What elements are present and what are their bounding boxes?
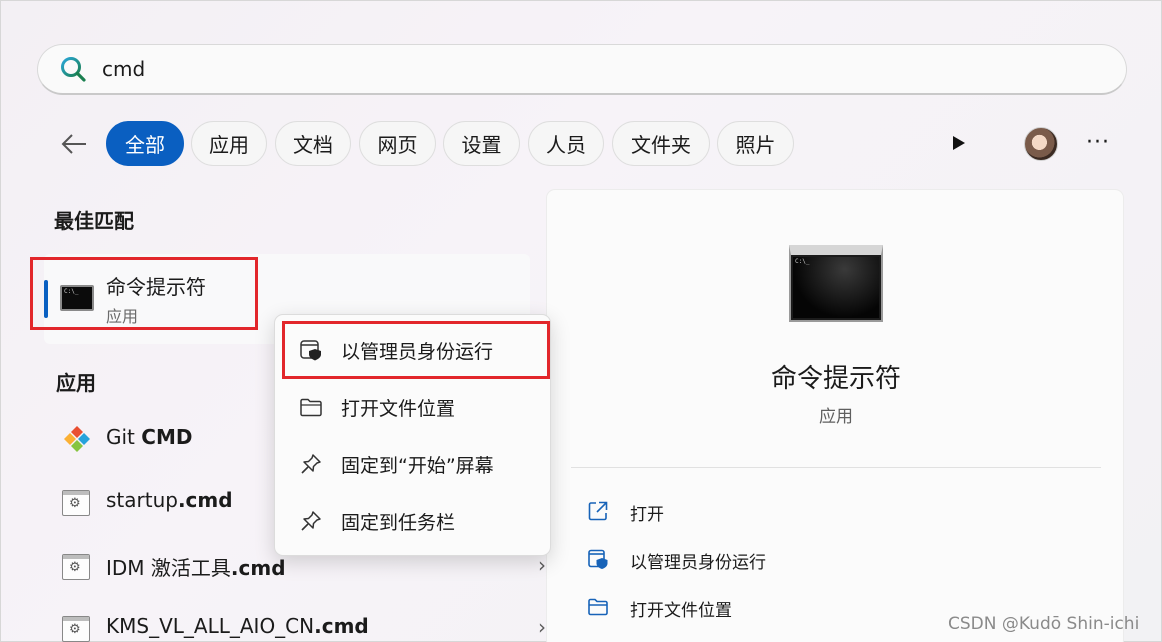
- pin-icon: [301, 454, 321, 474]
- app-label: startup.cmd: [106, 488, 233, 512]
- folder-icon: [588, 598, 608, 616]
- highlight-box-best-match: [30, 257, 258, 330]
- script-icon: [62, 554, 90, 580]
- menu-item-label: 固定到“开始”屏幕: [341, 455, 494, 477]
- highlight-box-run-as-admin: [282, 321, 550, 379]
- filter-people[interactable]: 人员: [528, 121, 604, 166]
- panel-title: 命令提示符: [770, 364, 901, 394]
- back-arrow-icon[interactable]: [58, 128, 90, 160]
- git-icon: [64, 426, 90, 452]
- divider: [571, 467, 1101, 468]
- filter-web[interactable]: 网页: [359, 121, 436, 166]
- filter-folders[interactable]: 文件夹: [612, 121, 710, 166]
- action-open-file-location[interactable]: 打开文件位置: [585, 592, 985, 622]
- filter-documents[interactable]: 文档: [275, 121, 351, 166]
- menu-item-pin-to-taskbar[interactable]: 固定到任务栏: [275, 496, 550, 546]
- pin-icon: [301, 511, 321, 531]
- filter-all[interactable]: 全部: [106, 121, 184, 166]
- more-options-icon[interactable]: ···: [1086, 130, 1110, 155]
- folder-icon: [300, 398, 322, 417]
- script-icon: [62, 490, 90, 516]
- filter-photos[interactable]: 照片: [717, 121, 794, 166]
- best-match-heading: 最佳匹配: [54, 209, 134, 233]
- app-item-kms-cmd[interactable]: KMS_VL_ALL_AIO_CN.cmd ›: [52, 609, 546, 642]
- script-icon: [62, 616, 90, 642]
- menu-item-pin-to-start[interactable]: 固定到“开始”屏幕: [275, 439, 550, 489]
- terminal-preview-icon: [789, 245, 883, 322]
- action-run-as-admin[interactable]: 以管理员身份运行: [585, 544, 985, 574]
- panel-subtitle: 应用: [819, 407, 853, 427]
- apps-heading: 应用: [56, 371, 96, 395]
- app-label: Git CMD: [106, 425, 193, 449]
- admin-shield-icon: [588, 549, 608, 569]
- filter-settings[interactable]: 设置: [443, 121, 520, 166]
- search-icon: [61, 57, 86, 82]
- action-label: 打开: [630, 505, 664, 525]
- menu-item-label: 固定到任务栏: [341, 512, 456, 534]
- preview-panel: 命令提示符 应用 打开 以管理员身份运行 打开文件位置: [546, 189, 1124, 642]
- menu-item-label: 打开文件位置: [341, 398, 456, 420]
- app-label: KMS_VL_ALL_AIO_CN.cmd: [106, 614, 369, 638]
- search-bar[interactable]: [37, 44, 1127, 95]
- chevron-right-icon[interactable]: ›: [538, 615, 546, 639]
- watermark: CSDN @Kudō Shin-ichi: [948, 614, 1140, 634]
- open-external-icon: [588, 501, 608, 521]
- play-more-filters-icon[interactable]: [948, 133, 968, 153]
- search-input[interactable]: [102, 57, 1002, 81]
- app-label: IDM 激活工具.cmd: [106, 556, 286, 580]
- filter-apps[interactable]: 应用: [191, 121, 267, 166]
- user-avatar[interactable]: [1024, 127, 1058, 161]
- chevron-right-icon[interactable]: ›: [538, 553, 546, 577]
- action-label: 以管理员身份运行: [630, 553, 766, 573]
- action-open[interactable]: 打开: [585, 496, 985, 526]
- menu-item-open-file-location[interactable]: 打开文件位置: [275, 382, 550, 432]
- action-label: 打开文件位置: [630, 601, 732, 621]
